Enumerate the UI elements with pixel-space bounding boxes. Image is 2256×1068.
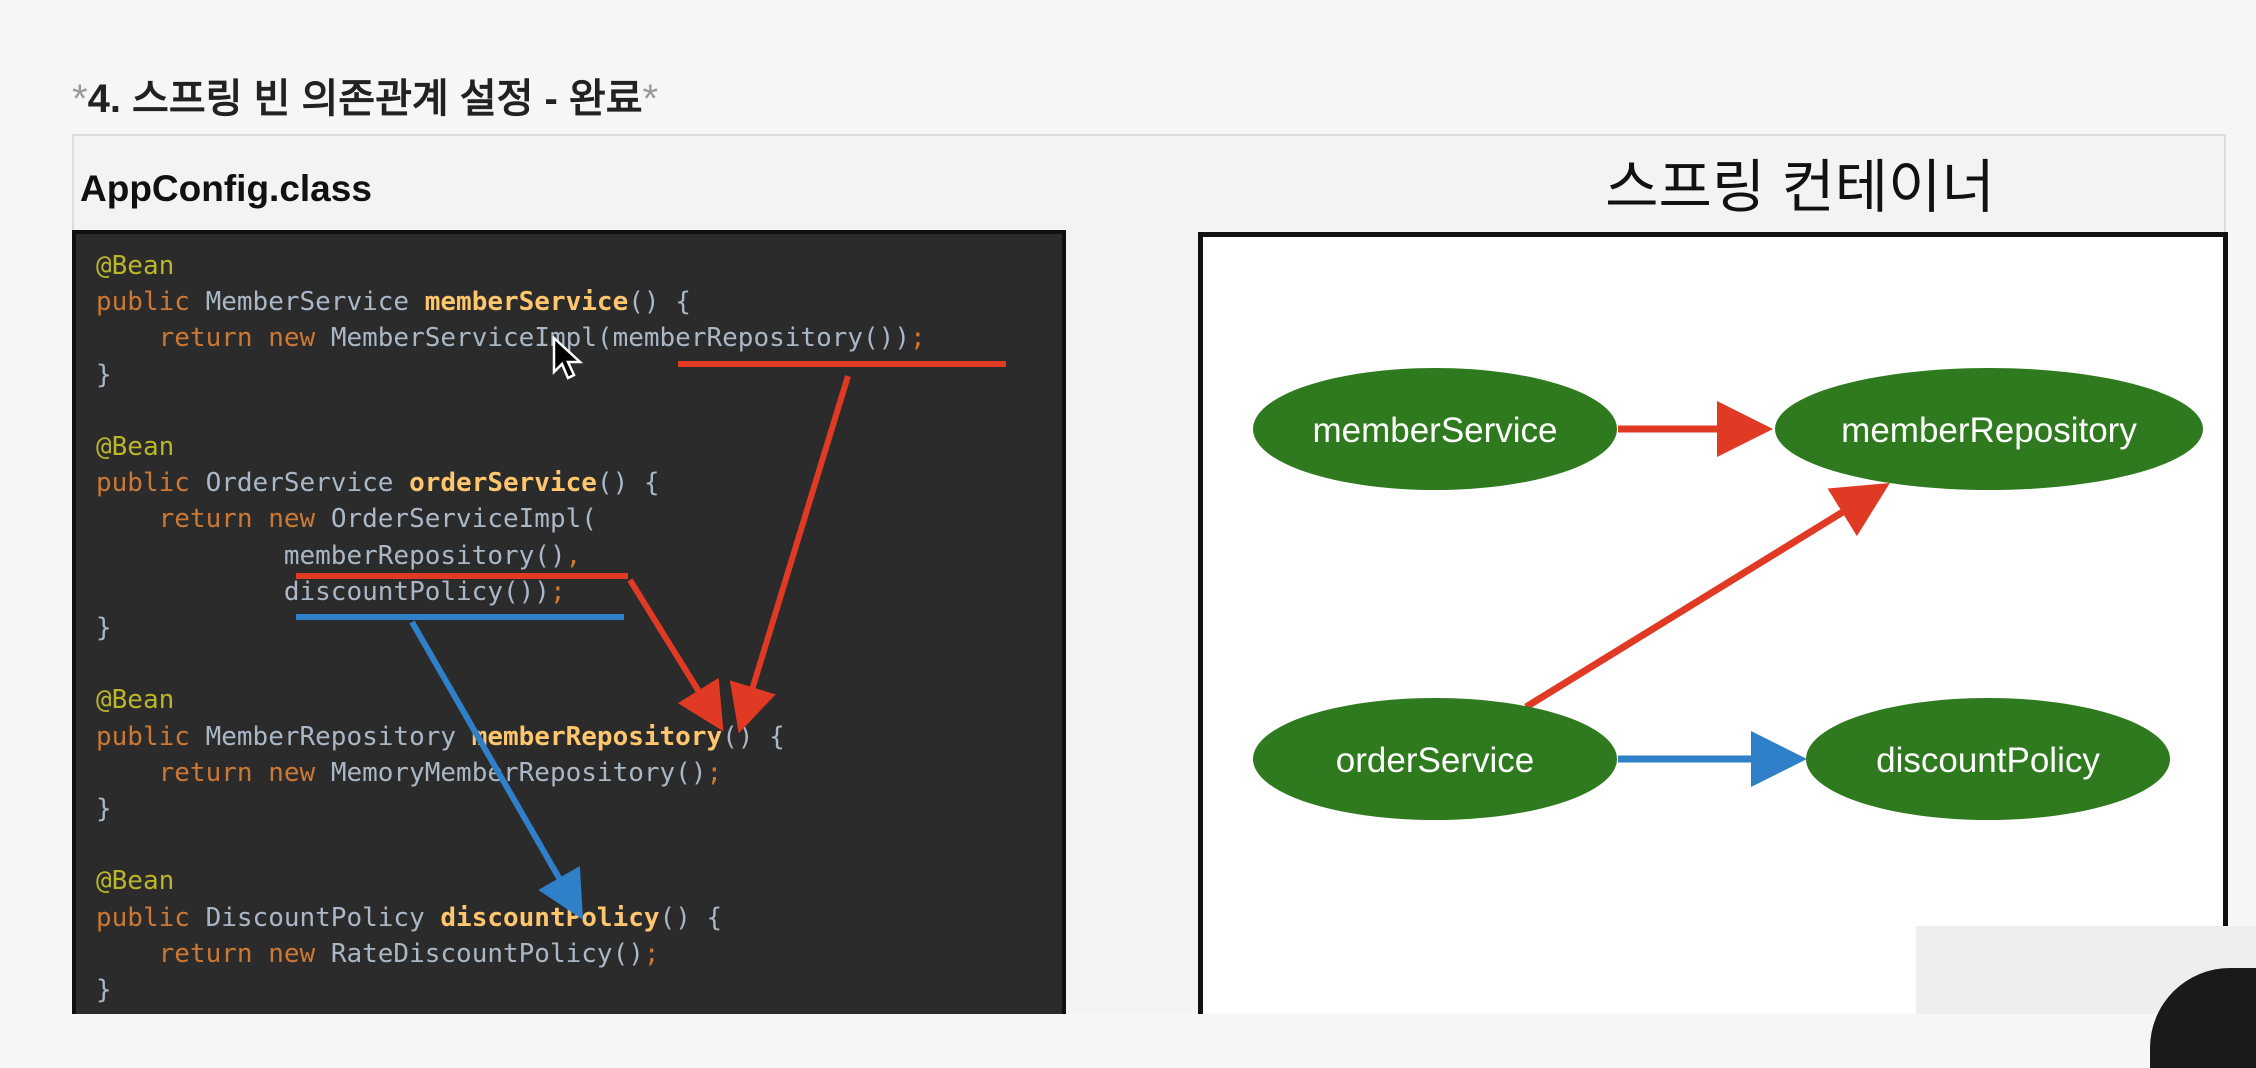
code-line: } <box>96 975 112 1005</box>
code-token: memberRepository() <box>96 540 566 571</box>
code-token: } <box>96 794 112 825</box>
code-token: orderService <box>409 468 597 499</box>
code-token: MemoryMemberRepository() <box>330 757 707 788</box>
code-token: return new <box>158 504 331 535</box>
code-line: } <box>96 360 112 390</box>
code-line: return new MemberServiceImpl(memberRepos… <box>96 323 926 353</box>
code-line: public MemberService memberService() { <box>96 287 691 317</box>
code-token: public <box>96 468 206 499</box>
code-token: public <box>96 721 206 752</box>
code-token: OrderServiceImpl( <box>330 504 597 535</box>
code-token: @Bean <box>96 432 175 463</box>
spring-container-box <box>1198 232 2228 1014</box>
code-line: return new RateDiscountPolicy(); <box>96 939 660 969</box>
code-token: discountPolicy()) <box>96 576 550 607</box>
page-heading: *4. 스프링 빈 의존관계 설정 - 완료* <box>72 66 658 124</box>
code-token: memberRepository <box>471 721 723 752</box>
code-token: ; <box>706 757 723 788</box>
code-token: return new <box>158 323 331 354</box>
code-token: OrderService <box>205 468 410 499</box>
code-token: () { <box>628 287 691 318</box>
code-line: return new MemoryMemberRepository(); <box>96 757 723 788</box>
code-token: () { <box>596 468 660 499</box>
code-token: MemberServiceImpl(memberRepository()) <box>330 323 910 354</box>
code-token: } <box>96 975 112 1006</box>
code-line: public MemberRepository memberRepository… <box>96 722 785 752</box>
code-line: } <box>96 613 112 643</box>
code-token: MemberRepository <box>205 721 472 752</box>
code-line: @Bean <box>96 685 174 715</box>
code-token: return new <box>158 938 331 969</box>
code-line: public DiscountPolicy discountPolicy() { <box>96 903 722 933</box>
code-token: discountPolicy <box>440 902 660 933</box>
spring-container-title: 스프링 컨테이너 <box>1605 155 1995 220</box>
code-line: discountPolicy()); <box>96 577 566 607</box>
mouse-cursor-icon <box>552 336 584 380</box>
code-token: ; <box>910 323 926 354</box>
code-token: public <box>96 287 206 318</box>
heading-star: * <box>72 77 88 121</box>
code-line: @Bean <box>96 251 174 281</box>
heading-text: 4. 스프링 빈 의존관계 설정 - 완료 <box>87 77 643 121</box>
heading-star: * <box>642 77 659 121</box>
code-token: ; <box>643 938 660 969</box>
code-token: @Bean <box>96 866 175 897</box>
code-token: @Bean <box>96 251 175 281</box>
code-token: MemberService <box>205 287 425 318</box>
code-token: DiscountPolicy <box>205 902 441 933</box>
code-token: () { <box>659 902 723 933</box>
code-token: , <box>565 540 582 571</box>
code-line: @Bean <box>96 866 174 896</box>
code-token: ; <box>549 576 566 607</box>
code-line: @Bean <box>96 432 174 462</box>
code-line: memberRepository(), <box>96 541 581 571</box>
code-token: RateDiscountPolicy() <box>330 938 644 969</box>
code-token: return new <box>158 757 331 788</box>
code-token: @Bean <box>96 685 175 716</box>
code-line: } <box>96 794 112 824</box>
code-token: memberService <box>424 287 629 318</box>
code-token: } <box>96 613 112 644</box>
code-token: public <box>96 902 206 933</box>
code-line: return new OrderServiceImpl( <box>96 504 597 534</box>
code-token: } <box>96 359 112 390</box>
code-token: () { <box>722 721 785 752</box>
appconfig-code: @Bean public MemberService memberService… <box>96 248 926 1008</box>
appconfig-title: AppConfig.class <box>80 168 372 209</box>
code-line: public OrderService orderService() { <box>96 468 660 498</box>
